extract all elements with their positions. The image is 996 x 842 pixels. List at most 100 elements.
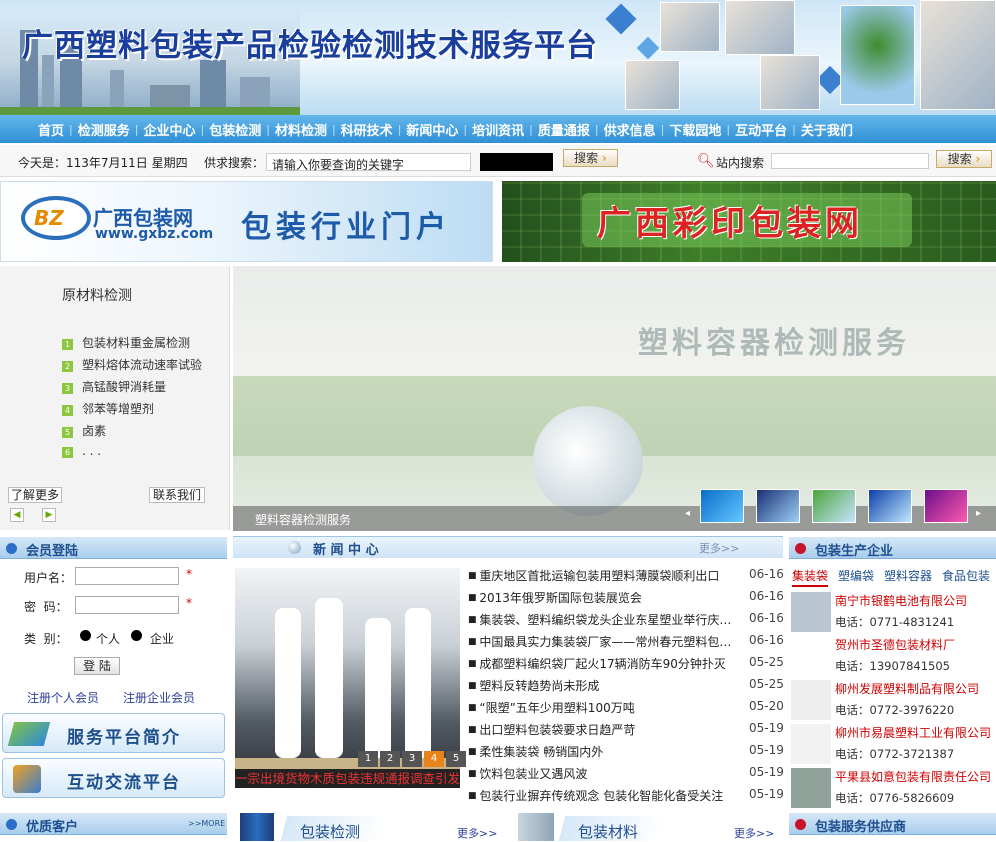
news-item[interactable]: ■ 2013年俄罗斯国际包装展览会 06-16 bbox=[468, 589, 783, 606]
nav-separator: | bbox=[529, 122, 533, 136]
nav-separator: | bbox=[594, 122, 599, 136]
platform-intro-button[interactable]: 服务平台简介 bbox=[2, 713, 225, 753]
login-button[interactable]: 登 陆 bbox=[74, 657, 120, 675]
photo-page-button[interactable]: 2 bbox=[380, 751, 400, 767]
slide-next-icon[interactable]: ▸ bbox=[976, 508, 981, 519]
nav-separator: | bbox=[463, 122, 468, 136]
slide-thumbnail[interactable] bbox=[756, 489, 800, 523]
site-search-label: 站内搜索 bbox=[716, 156, 765, 170]
nav-separator: | bbox=[726, 122, 731, 136]
company-item[interactable]: 柳州市易晨塑料工业有限公司 电话：0772-3721387 bbox=[789, 722, 996, 766]
news-photo-caption[interactable]: 一宗出境货物木质包装违规通报调查引发的 bbox=[235, 769, 460, 788]
nav-item[interactable]: 包装检测 bbox=[209, 120, 261, 139]
nav-item[interactable]: 关于我们 bbox=[801, 120, 853, 139]
material-test-item[interactable]: 6. . . bbox=[62, 444, 101, 458]
quality-more-link[interactable]: >>MORE bbox=[188, 819, 225, 828]
pkg-test-title: 包装检测 bbox=[300, 823, 361, 841]
nav-item[interactable]: 检测服务 bbox=[78, 120, 130, 139]
material-test-item[interactable]: 4 邻苯等增塑剂 bbox=[62, 400, 154, 417]
news-item[interactable]: ■ 中国最具实力集装袋厂家——常州春元塑料包装... 06-16 bbox=[468, 633, 783, 650]
nav-item[interactable]: 企业中心 bbox=[143, 120, 195, 139]
register-personal-link[interactable]: 注册个人会员 bbox=[27, 689, 99, 706]
username-input[interactable] bbox=[75, 567, 179, 585]
caiyin-banner[interactable]: 广西彩印包装网 bbox=[502, 181, 996, 262]
material-test-item[interactable]: 2 塑料熔体流动速率试验 bbox=[62, 356, 202, 373]
slide-prev-icon[interactable]: ◂ bbox=[685, 508, 690, 519]
register-company-link[interactable]: 注册企业会员 bbox=[123, 689, 195, 706]
company-tab[interactable]: 塑料容器 bbox=[884, 567, 932, 587]
company-logo bbox=[791, 592, 831, 632]
company-item[interactable]: 平果县如意包装有限责任公司 电话：0776-5826609 bbox=[789, 766, 996, 810]
photo-page-button[interactable]: 4 bbox=[424, 751, 444, 767]
site-search-button[interactable]: 搜索 › bbox=[936, 150, 992, 168]
nav-item[interactable]: 互动平台 bbox=[735, 120, 787, 139]
nav-separator: | bbox=[660, 122, 665, 136]
company-tab[interactable]: 食品包装 bbox=[942, 567, 990, 587]
nav-item[interactable]: 培训资讯 bbox=[472, 120, 524, 139]
contact-us-button[interactable]: 联系我们 bbox=[149, 487, 205, 503]
pkg-material-more[interactable]: 更多>> bbox=[734, 825, 774, 841]
pkg-test-more[interactable]: 更多>> bbox=[457, 825, 497, 841]
pkg-material-image bbox=[518, 813, 554, 841]
nav-separator: | bbox=[134, 122, 139, 136]
company-item[interactable]: 南宁市银鹤电池有限公司 电话：0771-4831241 bbox=[789, 590, 996, 634]
news-item[interactable]: ■ 出口塑料包装袋要求日趋严苛 05-19 bbox=[468, 721, 783, 738]
photo-page-button[interactable]: 1 bbox=[358, 751, 378, 767]
globe-image bbox=[533, 406, 643, 516]
nav-item[interactable]: 质量通报 bbox=[538, 120, 590, 139]
company-tab[interactable]: 塑编袋 bbox=[838, 567, 874, 587]
raw-material-panel: 原材料检测 1 包装材料重金属检测 2 塑料熔体流动速率试验 3 高锰酸钾消耗量 4 邻苯等增… bbox=[0, 266, 230, 530]
supply-search-input[interactable]: 请输入你要查询的关键字 bbox=[266, 153, 471, 172]
company-tab[interactable]: 集装袋 bbox=[792, 567, 829, 587]
main-nav: 首页 | 检测服务 | 企业中心 | 包装检测 | 材料检测 | 科研技术 | 新闻中心 | 培训资讯 | 质量… bbox=[0, 115, 996, 143]
material-test-item[interactable]: 5 卤素 bbox=[62, 422, 106, 439]
prev-arrow-icon[interactable]: ◀ bbox=[10, 508, 24, 522]
news-item[interactable]: ■ “限塑”五年少用塑料100万吨 05-20 bbox=[468, 699, 783, 716]
password-input[interactable] bbox=[75, 596, 179, 614]
pkg-material-title: 包装材料 bbox=[578, 823, 639, 841]
slide-thumbnail[interactable] bbox=[812, 489, 856, 523]
news-item[interactable]: ■ 柔性集装袋 畅销国内外 05-19 bbox=[468, 743, 783, 760]
learn-more-button[interactable]: 了解更多 bbox=[8, 487, 62, 503]
news-item[interactable]: ■ 包装行业摒弃传统观念 包装化智能化备受关注 05-19 bbox=[468, 787, 783, 804]
nav-item[interactable]: 科研技术 bbox=[341, 120, 393, 139]
photo-page-button[interactable]: 5 bbox=[446, 751, 466, 767]
news-item[interactable]: ■ 重庆地区首批运输包装用塑料薄膜袋顺利出口 06-16 bbox=[468, 567, 783, 584]
radio-company[interactable] bbox=[131, 630, 142, 641]
slideshow[interactable]: 塑料容器检测服务 塑料容器检测服务 ◂ ▸ bbox=[233, 266, 996, 531]
supply-search-button[interactable]: 搜索 › bbox=[563, 149, 618, 167]
next-arrow-icon[interactable]: ▶ bbox=[42, 508, 56, 522]
news-more-link[interactable]: 更多>> bbox=[699, 540, 739, 556]
slide-caption: 塑料容器检测服务 bbox=[255, 513, 352, 527]
company-logo bbox=[791, 636, 831, 676]
nav-item[interactable]: 材料检测 bbox=[275, 120, 327, 139]
radio-personal[interactable] bbox=[80, 630, 91, 641]
slide-thumbnail[interactable] bbox=[924, 489, 968, 523]
nav-separator: | bbox=[331, 122, 336, 136]
site-search-input[interactable] bbox=[771, 153, 929, 169]
slide-thumbnail[interactable] bbox=[700, 489, 744, 523]
slide-thumbnail[interactable] bbox=[868, 489, 912, 523]
nav-item[interactable]: 供求信息 bbox=[604, 120, 656, 139]
news-header: 新 闻 中 心 更多>> bbox=[233, 536, 783, 558]
material-test-item[interactable]: 1 包装材料重金属检测 bbox=[62, 334, 190, 351]
material-test-item[interactable]: 3 高锰酸钾消耗量 bbox=[62, 378, 166, 395]
interactive-platform-button[interactable]: 互动交流平台 bbox=[2, 758, 225, 798]
nav-item[interactable]: 新闻中心 bbox=[406, 120, 458, 139]
nav-item[interactable]: 下载园地 bbox=[669, 120, 721, 139]
company-item[interactable]: 柳州发展塑料制品有限公司 电话：0772-3976220 bbox=[789, 678, 996, 722]
gxbz-banner[interactable]: BZ 广西包装网 www.gxbz.com 包装行业门户 bbox=[0, 181, 493, 262]
news-item[interactable]: ■ 成都塑料编织袋厂起火17辆消防车90分钟扑灭 05-25 bbox=[468, 655, 783, 672]
photo-page-button[interactable]: 3 bbox=[402, 751, 422, 767]
username-label: 用户名： bbox=[24, 571, 73, 585]
supply-category-select[interactable] bbox=[480, 153, 553, 171]
number-badge: 4 bbox=[62, 405, 73, 416]
companies-header: 包装生产企业 bbox=[789, 537, 996, 559]
nav-item[interactable]: 首页 bbox=[38, 120, 64, 139]
nav-separator: | bbox=[792, 122, 796, 136]
news-item[interactable]: ■ 集装袋、塑料编织袋龙头企业东星塑业举行庆典... 06-16 bbox=[468, 611, 783, 628]
company-item[interactable]: 贺州市圣德包装材料厂 电话：13907841505 bbox=[789, 634, 996, 678]
news-item[interactable]: ■ 饮料包装业又遇风波 05-19 bbox=[468, 765, 783, 782]
news-item[interactable]: ■ 塑料反转趋势尚未形成 05-25 bbox=[468, 677, 783, 694]
number-badge: 5 bbox=[62, 427, 73, 438]
